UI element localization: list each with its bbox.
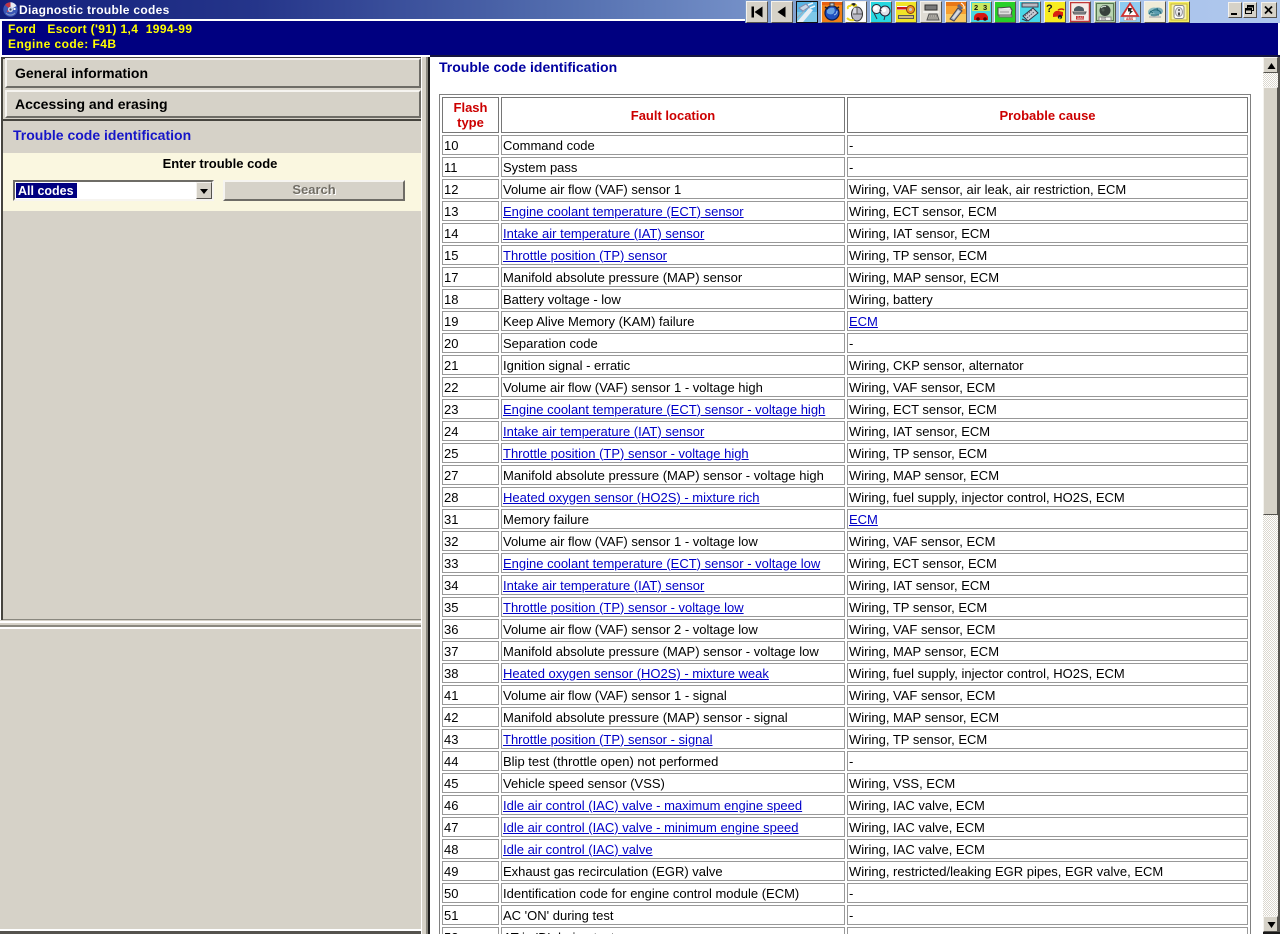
svg-text:3: 3 xyxy=(983,3,987,12)
svg-text:?: ? xyxy=(1046,3,1053,15)
svg-text:GAS: GAS xyxy=(1077,16,1084,20)
svg-text:IVS: IVS xyxy=(1101,17,1106,21)
svg-text:ABS: ABS xyxy=(1126,17,1134,21)
svg-text:c: c xyxy=(1059,15,1061,20)
svg-text:2: 2 xyxy=(974,3,978,12)
